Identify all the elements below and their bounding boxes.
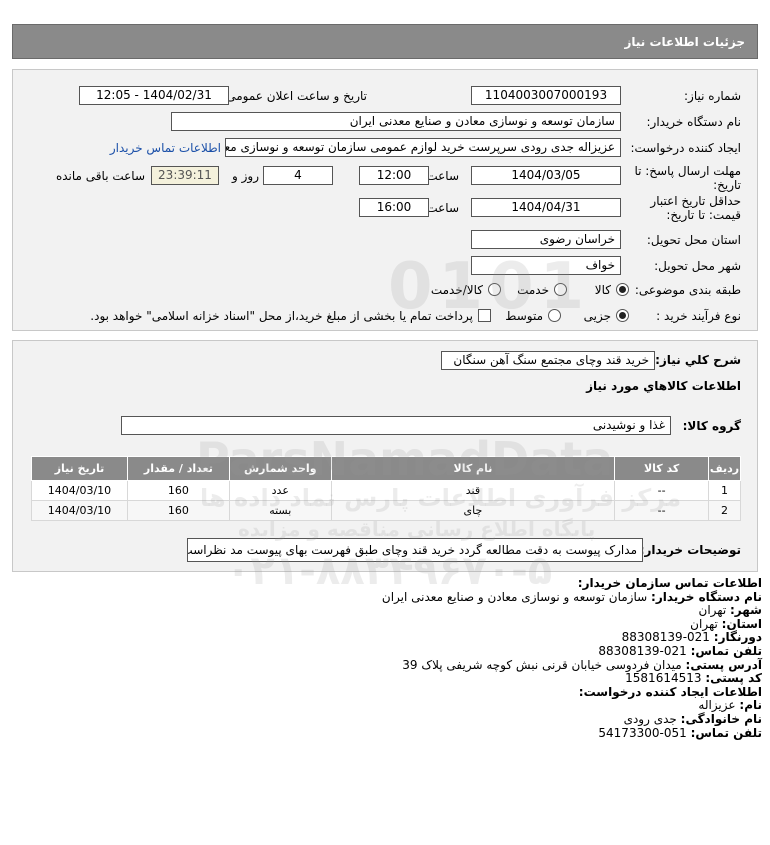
cell-qty: 160 [126,480,230,501]
col-header-qty: تعداد / مقدار [126,456,230,481]
summary-field[interactable]: خرید قند وچای مجتمع سنگ آهن سنگان [441,351,655,370]
contact-province: استان: تهران [690,616,762,631]
table-row[interactable]: 1 -- قند عدد 160 1404/03/10 [31,480,741,501]
deadline-label: مهلت ارسال پاسخ: تا تاریخ: [634,164,741,192]
announce-field[interactable]: 1404/02/31 - 12:05 [79,86,229,105]
process-radio-minor[interactable] [616,309,629,322]
category-radio-goods-service[interactable] [488,283,501,296]
cell-row-no: 1 [708,480,741,501]
category-radio-service[interactable] [554,283,567,296]
remaining-time-field: 23:39:11 [151,166,219,185]
cell-unit: عدد [228,480,332,501]
deadline-time-field[interactable]: 12:00 [359,166,429,185]
contact-address: آدرس پستی: میدان فردوسی خیابان قرنی نبش … [402,657,762,672]
need-number-field[interactable]: 1104003007000193 [471,86,621,105]
buyer-label: نام دستگاه خریدار: [646,115,742,129]
need-info-panel: شماره نیاز: 1104003007000193 تاریخ و ساع… [12,69,758,331]
buyer-notes-field[interactable]: مدارک پیوست به دقت مطالعه گردد خرید قند … [187,538,643,562]
contact-phone: تلفن تماس: 021-88308139 [598,643,762,658]
buyer-field[interactable]: سازمان توسعه و نوسازی معادن و صنایع معدن… [171,112,621,131]
city-label: شهر محل تحویل: [654,259,741,273]
cell-name: چای [330,500,616,521]
page-header: جزئیات اطلاعات نیاز [12,24,758,59]
payment-note: پرداخت تمام یا بخشی از مبلغ خرید،از محل … [90,309,473,323]
cell-date: 1404/03/10 [31,500,128,521]
cell-code: -- [614,500,710,521]
process-option-minor: جزیی [583,309,611,323]
col-header-code: کد کالا [614,456,710,481]
days-field[interactable]: 4 [263,166,333,185]
group-label: گروه کالا: [682,419,741,433]
process-option-medium: متوسط [505,309,543,323]
category-label: طبقه بندی موضوعی: [634,283,741,297]
validity-label: حداقل تاریخ اعتبار قیمت: تا تاریخ: [650,194,741,222]
page-title: جزئیات اطلاعات نیاز [624,35,745,49]
need-details-panel: شرح کلي نياز: خرید قند وچای مجتمع سنگ آه… [12,340,758,572]
deadline-date-field[interactable]: 1404/03/05 [471,166,621,185]
group-field[interactable]: غذا و نوشیدنی [121,416,671,435]
process-label: نوع فرآیند خرید : [656,309,741,323]
province-label: استان محل تحویل: [646,233,741,247]
creator-phone: تلفن تماس: 051-54173300 [598,725,762,740]
creator-label: ایجاد کننده درخواست: [630,141,741,155]
col-header-row-no: ردیف [708,456,741,481]
cell-row-no: 2 [708,500,741,521]
cell-name: قند [330,480,616,501]
need-number-label: شماره نیاز: [684,89,741,103]
summary-label: شرح کلي نياز: [655,353,741,367]
col-header-name: نام کالا [330,456,616,481]
col-header-unit: واحد شمارش [228,456,332,481]
cell-code: -- [614,480,710,501]
process-radio-medium[interactable] [548,309,561,322]
creator-first-name: نام: عزیزاله [698,698,762,713]
contact-info-link[interactable]: اطلاعات تماس خریدار [110,141,221,155]
remaining-label: ساعت باقی مانده [55,169,145,183]
creator-field[interactable]: عزیزاله جدی رودی سرپرست خرید لوازم عمومی… [225,138,621,157]
treasury-checkbox[interactable] [478,309,491,322]
category-radio-goods[interactable] [616,283,629,296]
creator-last-name: نام خانوادگی: جدی رودی [623,711,762,726]
contact-city: شهر: تهران [698,603,762,618]
cell-date: 1404/03/10 [31,480,128,501]
announce-label: تاریخ و ساعت اعلان عمومی: [222,89,367,103]
contact-postal-code: کد پستی: 1581614513 [625,671,762,686]
deadline-hour-label: ساعت [426,169,459,183]
goods-info-label: اطلاعات کالاهاي مورد نياز [586,379,741,393]
buyer-notes-label: توضیحات خریدار: [639,543,741,557]
items-table: ردیف کد کالا نام کالا واحد شمارش تعداد /… [31,456,741,521]
category-option-goods-service: کالا/خدمت [430,283,483,297]
cell-qty: 160 [126,500,230,521]
city-field[interactable]: خواف [471,256,621,275]
contact-fax: دورنگار: 021-88308139 [621,630,762,645]
table-row[interactable]: 2 -- چای بسته 160 1404/03/10 [31,500,741,521]
category-option-goods: کالا [594,283,611,297]
contact-buyer-name: نام دستگاه خریدار: سازمان توسعه و نوسازی… [381,589,762,604]
col-header-date: تاریخ نیاز [31,456,128,481]
cell-unit: بسته [228,500,332,521]
table-header-row: ردیف کد کالا نام کالا واحد شمارش تعداد /… [31,456,741,481]
category-option-service: خدمت [517,283,549,297]
creator-contact-title: اطلاعات ایجاد کننده درخواست: [578,684,762,699]
contact-info-block: اطلاعات تماس سازمان خریدار: نام دستگاه خ… [381,576,762,740]
validity-time-field[interactable]: 16:00 [359,198,429,217]
org-contact-title: اطلاعات تماس سازمان خریدار: [577,576,762,590]
days-label: روز و [232,169,259,183]
validity-hour-label: ساعت [426,201,459,215]
validity-date-field[interactable]: 1404/04/31 [471,198,621,217]
province-field[interactable]: خراسان رضوی [471,230,621,249]
